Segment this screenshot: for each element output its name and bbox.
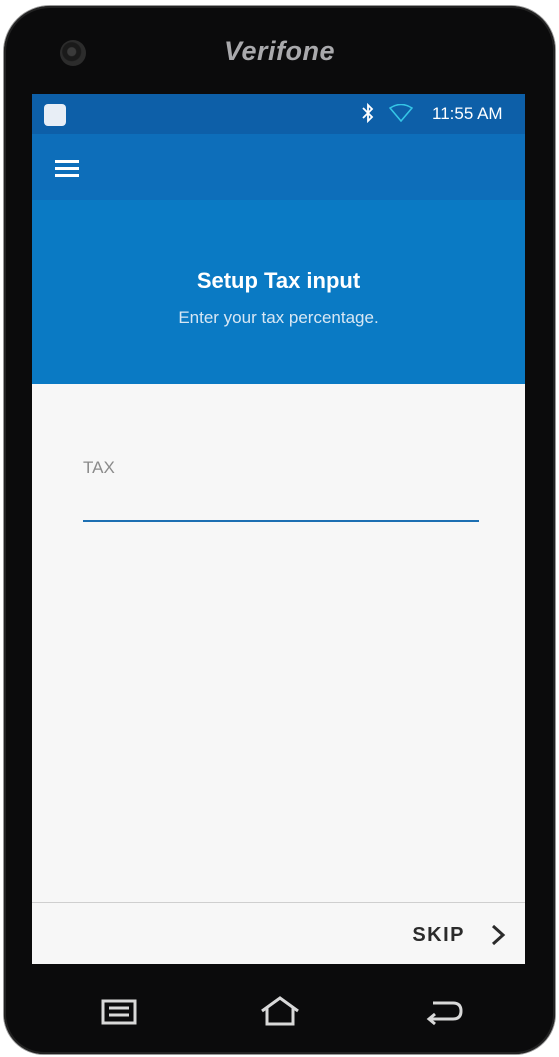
- tax-input[interactable]: [83, 484, 479, 522]
- back-icon[interactable]: [423, 993, 467, 1029]
- skip-label: SKIP: [412, 923, 465, 946]
- wifi-icon: [389, 104, 413, 122]
- header-panel: Setup Tax input Enter your tax percentag…: [32, 200, 525, 384]
- status-bar: 11:55 AM: [32, 94, 525, 134]
- recent-apps-icon[interactable]: [97, 993, 141, 1029]
- app-bar: [32, 134, 525, 200]
- bluetooth-icon: [362, 102, 374, 124]
- system-nav-bar: [4, 981, 555, 1041]
- status-time: 11:55 AM: [432, 104, 503, 123]
- tax-field-label: TAX: [83, 458, 115, 477]
- device-brand-logo: Verifone: [223, 36, 336, 66]
- app-notification-icon: [44, 104, 66, 126]
- page-subtitle: Enter your tax percentage.: [178, 308, 379, 327]
- chevron-right-icon: [491, 924, 506, 946]
- skip-button[interactable]: SKIP: [412, 919, 507, 951]
- home-icon[interactable]: [258, 993, 302, 1029]
- page-title: Setup Tax input: [196, 268, 361, 293]
- hamburger-menu-icon[interactable]: [50, 152, 82, 184]
- device-frame: Verifone 11:55 AM Setup Tax input Enter …: [4, 6, 555, 1054]
- footer-bar: SKIP: [32, 902, 525, 964]
- screen: 11:55 AM Setup Tax input Enter your tax …: [32, 94, 525, 964]
